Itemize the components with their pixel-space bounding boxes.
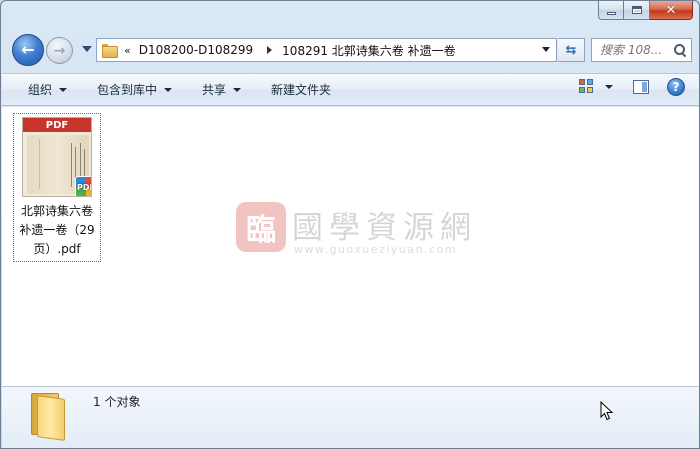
details-pane: 1 个对象 xyxy=(2,386,699,448)
close-icon: ✕ xyxy=(665,2,677,18)
address-bar[interactable]: « D108200-D108299 108291 北郭诗集六卷 补遗一卷 xyxy=(96,38,557,62)
include-in-library-button[interactable]: 包含到库中 xyxy=(89,78,180,102)
search-box[interactable] xyxy=(591,38,692,62)
recent-pages-dropdown[interactable] xyxy=(82,46,92,52)
change-view-icon[interactable] xyxy=(579,79,595,95)
pdf-thumbnail: PDF PDF xyxy=(22,117,92,197)
help-icon[interactable]: ? xyxy=(667,78,685,96)
chevron-down-icon xyxy=(59,87,68,92)
caption-buttons: ✕ xyxy=(598,1,693,20)
new-folder-button[interactable]: 新建文件夹 xyxy=(263,78,339,102)
arrow-right-icon: → xyxy=(53,42,66,59)
view-options-dropdown[interactable] xyxy=(605,85,613,89)
share-button[interactable]: 共享 xyxy=(194,78,249,102)
organize-button[interactable]: 组织 xyxy=(20,78,75,102)
new-folder-label: 新建文件夹 xyxy=(271,83,332,97)
share-label: 共享 xyxy=(202,83,227,97)
folder-icon xyxy=(29,393,67,441)
breadcrumb-overflow[interactable]: « xyxy=(124,44,131,57)
view-controls: ? xyxy=(579,78,685,96)
watermark-seal-text: 臨 xyxy=(246,213,276,248)
minimize-button[interactable] xyxy=(598,1,624,20)
item-count: 1 个对象 xyxy=(93,395,141,409)
forward-button[interactable]: → xyxy=(46,37,73,64)
watermark: 臨 國學資源網 www.guoxueziyuan.com xyxy=(236,202,476,262)
preview-pane-icon[interactable] xyxy=(633,80,649,94)
minimize-icon xyxy=(606,11,616,15)
chevron-down-icon xyxy=(233,87,242,92)
refresh-button[interactable]: ⇆ xyxy=(558,38,585,62)
maximize-button[interactable] xyxy=(624,1,650,20)
organize-label: 组织 xyxy=(28,83,53,97)
watermark-url: www.guoxueziyuan.com xyxy=(294,243,458,256)
pdf-badge-label: PDF xyxy=(77,182,91,192)
pdf-thumbnail-band: PDF xyxy=(23,118,91,132)
search-icon[interactable] xyxy=(674,44,685,55)
folder-icon xyxy=(102,44,118,58)
address-dropdown-icon[interactable] xyxy=(542,47,550,52)
breadcrumb-item-parent[interactable]: D108200-D108299 xyxy=(139,43,253,57)
close-button[interactable]: ✕ xyxy=(650,1,693,20)
file-name: 北郭诗集六卷 补遗一卷（29页）.pdf xyxy=(19,204,95,256)
search-input[interactable] xyxy=(600,43,676,57)
command-bar: 组织 包含到库中 共享 新建文件夹 ? xyxy=(2,73,699,106)
file-list-pane[interactable]: PDF PDF 北郭诗集六卷 补遗一卷（29页）.pdf 臨 國學資源網 xyxy=(2,107,699,386)
file-item-pdf[interactable]: PDF PDF 北郭诗集六卷 补遗一卷（29页）.pdf xyxy=(13,113,101,262)
pdf-thumbnail-label: PDF xyxy=(45,119,69,131)
navigation-bar: ← → « D108200-D108299 108291 北郭诗集六卷 补遗一卷… xyxy=(1,32,699,72)
watermark-seal-icon: 臨 xyxy=(236,202,286,252)
refresh-icon: ⇆ xyxy=(565,42,577,58)
chevron-down-icon xyxy=(164,87,173,92)
include-in-library-label: 包含到库中 xyxy=(97,83,158,97)
pdf-file-icon: PDF xyxy=(75,176,91,196)
watermark-title: 國學資源網 xyxy=(292,210,477,246)
arrow-left-icon: ← xyxy=(21,40,35,59)
breadcrumb-chevron-icon[interactable] xyxy=(267,46,273,54)
mouse-cursor-icon xyxy=(600,401,614,421)
back-button[interactable]: ← xyxy=(12,34,44,66)
breadcrumb-item-current[interactable]: 108291 北郭诗集六卷 补遗一卷 xyxy=(282,42,455,59)
explorer-window: ✕ ← → « D108200-D108299 108291 北郭诗集六卷 补遗… xyxy=(0,0,700,449)
help-glyph: ? xyxy=(672,80,680,94)
maximize-icon xyxy=(631,6,642,14)
